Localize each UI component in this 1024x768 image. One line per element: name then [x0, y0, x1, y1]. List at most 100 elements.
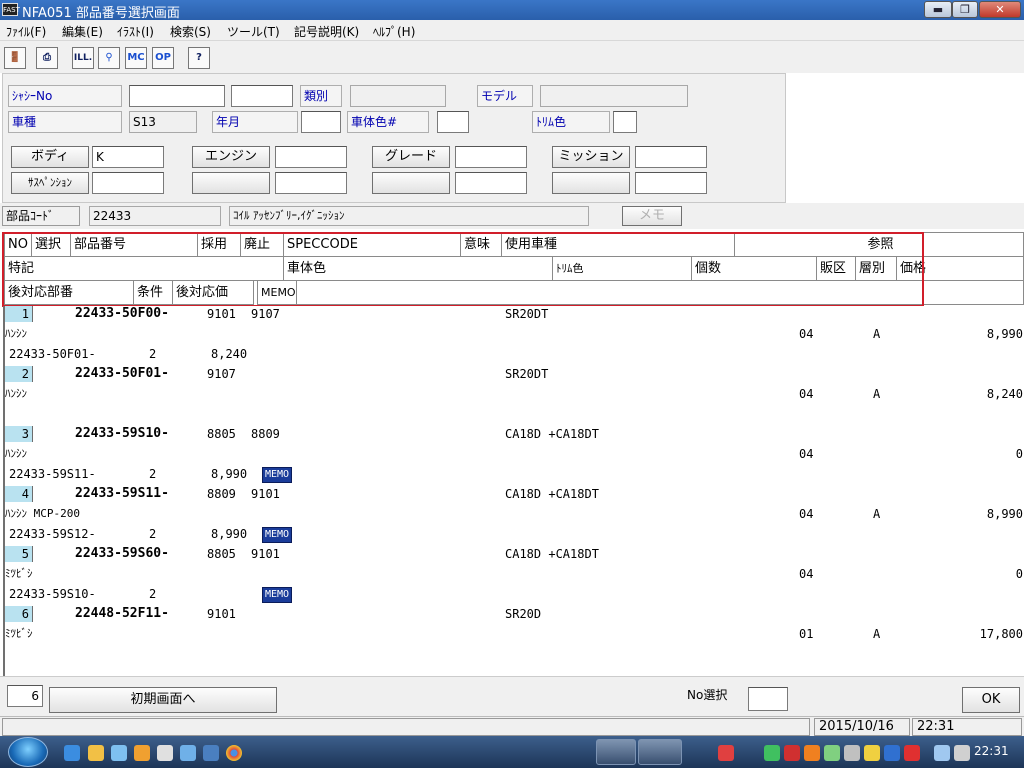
menu-bar: ﾌｧｲﾙ(F) 編集(E) ｲﾗｽﾄ(I) 検索(S) ツール(T) 記号説明(…	[0, 20, 1024, 41]
mc-icon[interactable]: MC	[125, 47, 147, 69]
blank-input-1[interactable]	[275, 172, 347, 194]
row-condition: 2	[149, 467, 157, 481]
row-models: SR20D	[505, 607, 542, 621]
row-part-number: 22433-59S10-	[75, 426, 169, 441]
chrome-icon[interactable]	[226, 745, 242, 761]
row-quantity: 04	[799, 387, 814, 401]
no-select-input[interactable]	[748, 687, 788, 711]
task-fast-app[interactable]	[596, 739, 636, 765]
parts-list[interactable]: 1 22433-50F00- 9101 9107 SR20DT ﾊﾝｼﾝ 04 A 8,990 2…	[3, 306, 1024, 676]
print-icon[interactable]: ⎙	[36, 47, 58, 69]
row-remarks: ﾐﾂﾋﾞｼ	[5, 627, 33, 640]
ie-icon[interactable]	[64, 745, 80, 761]
menu-illustration[interactable]: ｲﾗｽﾄ(I)	[117, 23, 154, 40]
row-price: 0	[1015, 447, 1023, 461]
row-remarks: ﾐﾂﾋﾞｼ	[5, 567, 33, 580]
menu-tools[interactable]: ツール(T)	[227, 23, 280, 40]
exit-icon[interactable]: 🚪	[4, 47, 26, 69]
row-number: 5	[5, 546, 33, 562]
row-part-number: 22433-59S11-	[75, 486, 169, 501]
window-title: NFA051 部品番号選択画面	[22, 6, 180, 21]
start-orb-icon[interactable]	[8, 737, 48, 767]
tray-network-icon[interactable]	[884, 745, 900, 761]
init-screen-button[interactable]: 初期画面へ	[49, 687, 277, 713]
chassis-input-1[interactable]	[129, 85, 225, 107]
suspension-input[interactable]	[92, 172, 164, 194]
status-time: 22:31	[912, 718, 1022, 736]
minimize-button[interactable]: ▬	[924, 1, 952, 18]
trim-label: ﾄﾘﾑ色	[532, 111, 610, 133]
year-input[interactable]	[301, 111, 341, 133]
task-tool-app[interactable]	[638, 739, 682, 765]
row-models: CA18D +CA18DT	[505, 547, 599, 561]
row-memo-badge[interactable]: MEMO	[262, 467, 293, 483]
help-icon[interactable]: ?	[188, 47, 210, 69]
mission-input[interactable]	[635, 146, 707, 168]
suspension-button[interactable]: ｻｽﾍﾟﾝｼｮﾝ	[11, 172, 89, 194]
toolbar: 🚪 ⎙ ILL. ⚲ MC OP ?	[0, 41, 1024, 73]
tray-monitor-icon[interactable]	[934, 745, 950, 761]
mission-button[interactable]: ミッション	[552, 146, 630, 168]
menu-edit[interactable]: 編集(E)	[62, 23, 103, 40]
tray-app-icon[interactable]	[718, 745, 734, 761]
volume-icon[interactable]	[954, 745, 970, 761]
body-color-input[interactable]	[437, 111, 469, 133]
grade-button[interactable]: グレード	[372, 146, 450, 168]
row-successor-price: 8,240	[211, 347, 248, 361]
menu-help[interactable]: ﾍﾙﾌﾟ(H)	[373, 23, 415, 40]
engine-input[interactable]	[275, 146, 347, 168]
network-icon[interactable]	[180, 745, 196, 761]
app-icon: FAST	[2, 3, 20, 16]
tray-acrobat-icon[interactable]	[784, 745, 800, 761]
row-remarks: ﾊﾝｼﾝ MCP-200	[5, 507, 80, 520]
body-input[interactable]: K	[92, 146, 164, 168]
tray-power-icon[interactable]	[864, 745, 880, 761]
body-button[interactable]: ボディ	[11, 146, 89, 168]
row-remarks: ﾊﾝｼﾝ	[5, 387, 27, 400]
mail-icon[interactable]	[157, 745, 173, 761]
media-icon[interactable]	[134, 745, 150, 761]
row-quantity: 04	[799, 507, 814, 521]
ok-button[interactable]: OK	[962, 687, 1020, 713]
row-models: CA18D +CA18DT	[505, 487, 599, 501]
folder-icon[interactable]	[88, 745, 104, 761]
illustration-icon[interactable]: ILL.	[72, 47, 94, 69]
blank-input-3[interactable]	[635, 172, 707, 194]
menu-symbols[interactable]: 記号説明(K)	[294, 23, 359, 40]
year-label: 年月	[212, 111, 298, 133]
row-successor-part: 22433-59S11-	[9, 467, 96, 481]
engine-button[interactable]: エンジン	[192, 146, 270, 168]
row-abolish: 9101	[251, 547, 280, 561]
row-memo-badge[interactable]: MEMO	[262, 587, 293, 603]
row-condition: 2	[149, 587, 157, 601]
trim-input[interactable]	[613, 111, 637, 133]
menu-file[interactable]: ﾌｧｲﾙ(F)	[6, 23, 46, 40]
memo-button[interactable]: メモ	[622, 206, 682, 226]
tray-sync-icon[interactable]	[824, 745, 840, 761]
row-adopt: 9101	[207, 307, 236, 321]
menu-search[interactable]: 検索(S)	[170, 23, 211, 40]
parts-code-field: 22433	[89, 206, 221, 226]
row-layer: A	[873, 387, 881, 401]
body-color-label: 車体色#	[347, 111, 429, 133]
title-bar: FAST NFA051 部品番号選択画面 ▬ ❐ ✕	[0, 0, 1024, 21]
grade-input[interactable]	[455, 146, 527, 168]
maximize-button[interactable]: ❐	[952, 1, 978, 18]
op-icon[interactable]: OP	[152, 47, 174, 69]
tray-ime-icon[interactable]	[804, 745, 820, 761]
close-button[interactable]: ✕	[979, 1, 1021, 18]
messenger-icon[interactable]	[111, 745, 127, 761]
tray-settings-icon[interactable]	[844, 745, 860, 761]
blank-input-2[interactable]	[455, 172, 527, 194]
row-price: 0	[1015, 567, 1023, 581]
tray-shield-icon[interactable]	[764, 745, 780, 761]
tray-security-icon[interactable]	[904, 745, 920, 761]
parts-code-row: 部品ｺｰﾄﾞ 22433 ｺｲﾙ ｱｯｾﾝﾌﾞﾘｰ,ｲｸﾞﾆｯｼｮﾝ メモ	[0, 203, 1024, 229]
tree-icon[interactable]: ⚲	[98, 47, 120, 69]
chassis-input-2[interactable]	[231, 85, 293, 107]
display-icon[interactable]	[203, 745, 219, 761]
row-memo-badge[interactable]: MEMO	[262, 527, 293, 543]
parts-code-label: 部品ｺｰﾄﾞ	[2, 206, 80, 226]
model-label: モデル	[477, 85, 533, 107]
row-adopt: 8805	[207, 547, 236, 561]
